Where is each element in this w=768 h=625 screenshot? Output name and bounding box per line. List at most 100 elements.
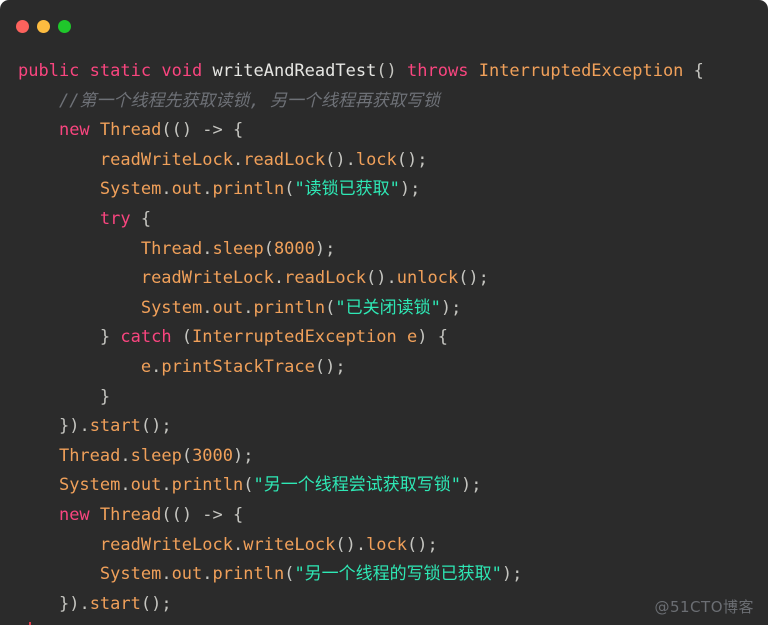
code-token-kw: static xyxy=(89,61,152,81)
code-token-pun: { xyxy=(130,208,152,229)
code-token-pun: . xyxy=(202,179,213,200)
code-token-kw: catch xyxy=(120,327,172,348)
code-token-pun: ); xyxy=(501,564,523,585)
code-token-pun: ( xyxy=(243,475,254,496)
code-line: readWriteLock.writeLock().lock(); xyxy=(0,531,768,561)
code-token-id: writeLock xyxy=(243,534,336,555)
code-line: Thread.sleep(8000); xyxy=(0,235,768,265)
code-token-pun xyxy=(151,61,161,81)
code-token-pun: (() -> { xyxy=(161,120,244,141)
code-line: public static void writeAndReadTest() th… xyxy=(0,57,768,87)
code-token-id: Thread xyxy=(58,445,121,466)
code-token-pun: ( xyxy=(284,179,295,200)
code-token-pun: . xyxy=(232,534,244,555)
code-line: System.out.println("读锁已获取"); xyxy=(0,175,768,205)
code-token-pun: ); xyxy=(399,179,421,200)
code-token-pun xyxy=(202,61,212,81)
code-token-pun: . xyxy=(79,416,90,437)
code-token-pun: . xyxy=(202,564,213,585)
code-token-pun: ( xyxy=(325,297,336,318)
code-token-pun: . xyxy=(386,268,397,289)
code-token-id: start xyxy=(89,593,141,614)
code-line: System.out.println("另一个线程尝试获取写锁"); xyxy=(0,471,768,501)
code-token-id: println xyxy=(212,564,285,585)
code-token-id: readLock xyxy=(243,149,326,170)
code-token-pun: (); xyxy=(396,149,428,170)
code-token-kw: void xyxy=(161,61,203,81)
code-token-id: Thread xyxy=(99,120,162,141)
code-token-str: "读锁已获取" xyxy=(294,179,400,200)
code-token-kw: try xyxy=(99,208,131,229)
code-token-pun: (); xyxy=(140,416,172,437)
code-line: e.printStackTrace(); xyxy=(0,353,768,383)
code-token-pun: () xyxy=(366,268,387,289)
code-token-id: sleep xyxy=(212,238,264,259)
code-token-pun: . xyxy=(202,297,213,318)
code-line: } catch (InterruptedException e) { xyxy=(0,323,768,353)
code-token-pun xyxy=(468,61,478,81)
code-token-id: System xyxy=(99,179,162,200)
code-token-pun: ( xyxy=(263,238,274,259)
code-token-id: readLock xyxy=(284,268,367,289)
code-token-id: sleep xyxy=(130,445,182,466)
code-line: } xyxy=(0,383,768,413)
code-token-id: 8000 xyxy=(273,238,315,259)
maximize-button-icon[interactable] xyxy=(58,20,71,33)
code-line: } xyxy=(0,619,768,625)
code-token-pun: }) xyxy=(58,416,80,437)
code-line: System.out.println("另一个线程的写锁已获取"); xyxy=(0,560,768,590)
code-token-id: println xyxy=(253,297,326,318)
code-token-cmt: //第一个线程先获取读锁, 另一个线程再获取写锁 xyxy=(58,90,440,111)
screenshot-root: public static void writeAndReadTest() th… xyxy=(0,0,768,625)
code-token-pun: . xyxy=(79,593,90,614)
code-token-id: lock xyxy=(355,149,397,170)
code-token-pun: } xyxy=(99,386,111,407)
code-token-id: readWriteLock xyxy=(140,268,274,289)
code-token-id: InterruptedException xyxy=(478,61,684,81)
code-token-pun xyxy=(683,61,693,81)
code-token-id: System xyxy=(140,297,203,318)
code-token-pun: ( xyxy=(171,327,193,348)
code-token-id: start xyxy=(89,416,141,437)
code-line: }).start(); xyxy=(0,412,768,442)
code-token-pun xyxy=(397,327,407,347)
code-token-pun: . xyxy=(355,534,367,555)
code-token-pun: } xyxy=(99,327,121,348)
code-editor[interactable]: public static void writeAndReadTest() th… xyxy=(0,47,768,625)
code-token-str: "另一个线程尝试获取写锁" xyxy=(253,475,461,496)
code-token-pun: (() -> { xyxy=(161,504,244,525)
minimize-button-icon[interactable] xyxy=(37,20,50,33)
code-token-pun: }) xyxy=(58,593,80,614)
code-token-id: println xyxy=(171,475,244,496)
code-token-pun: () xyxy=(325,149,346,170)
code-line: new Thread(() -> { xyxy=(0,501,768,531)
code-line: try { xyxy=(0,205,768,235)
code-token-id: out xyxy=(212,297,244,318)
code-token-pun: () xyxy=(335,534,356,555)
close-button-icon[interactable] xyxy=(16,20,29,33)
code-token-id: System xyxy=(99,564,162,585)
code-token-id: lock xyxy=(366,534,408,555)
code-token-pun: ( xyxy=(284,564,295,585)
code-token-pun xyxy=(90,505,100,525)
code-token-id: printStackTrace xyxy=(161,356,315,377)
code-token-pun: (); xyxy=(407,534,438,555)
code-token-id: System xyxy=(58,475,121,496)
code-token-fn: writeAndReadTest xyxy=(212,61,377,81)
code-token-pun: . xyxy=(243,297,254,318)
code-token-pun: . xyxy=(151,356,162,377)
code-token-id: out xyxy=(130,475,162,496)
code-token-id: Thread xyxy=(140,238,203,259)
code-token-pun: (); xyxy=(140,593,172,614)
